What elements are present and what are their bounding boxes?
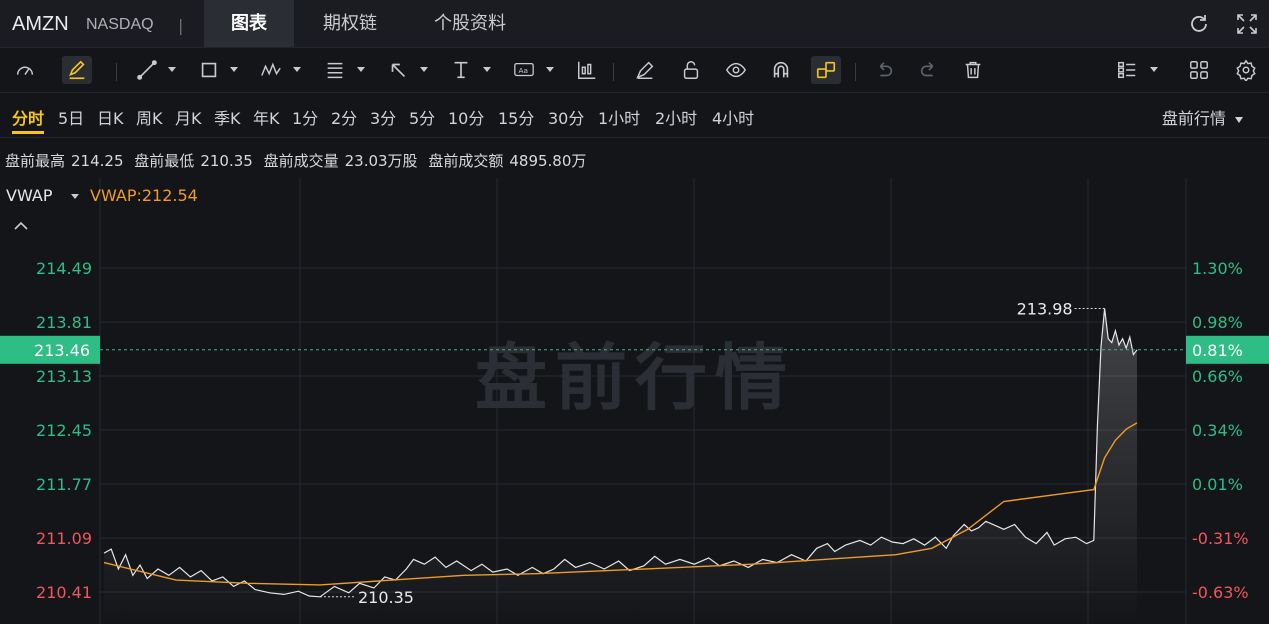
unlock-icon[interactable] (676, 56, 706, 84)
period-tab[interactable]: 年K (253, 105, 280, 129)
chevron-down-icon[interactable] (168, 67, 176, 72)
current-percent-label: 0.81% (1192, 341, 1243, 360)
annotation-text-icon[interactable]: Aa (509, 56, 539, 84)
y-tick-percent-label: 0.01% (1192, 475, 1243, 494)
eraser-pen-icon[interactable] (630, 56, 660, 84)
text-position-tool-icon[interactable] (446, 56, 476, 84)
y-tick-percent-label: 0.98% (1192, 313, 1243, 332)
period-tab[interactable]: 15分 (498, 105, 534, 129)
stat-low-label: 盘前最低 (134, 152, 195, 170)
link-shapes-icon[interactable] (811, 56, 841, 84)
title-separator: | (178, 16, 184, 35)
period-tab[interactable]: 10分 (448, 105, 484, 129)
intraday-chart[interactable]: 盘前行情 VWAP VWAP:212.54 214.49 1.30% 213.81 0… (0, 178, 1269, 624)
period-tab[interactable]: 5分 (409, 105, 435, 129)
period-tab[interactable]: 2小时 (655, 105, 697, 129)
fibonacci-tool-icon[interactable] (320, 56, 350, 84)
low-marker-label: 210.35 (358, 588, 414, 607)
period-tab[interactable]: 4小时 (712, 105, 754, 129)
current-price-label: 213.46 (34, 341, 90, 360)
top-bar: AMZN NASDAQ | 图表 期权链 个股资料 (0, 0, 1269, 48)
period-bar: 分时 5日 日K 周K 月K 季K 年K 1分 2分 3分 5分 10分 15分 30分 1小时 2小时 4小时… (0, 93, 1269, 138)
chevron-down-icon[interactable] (420, 67, 428, 72)
stat-volume-label: 盘前成交量 (263, 152, 339, 170)
line-tool-icon[interactable] (132, 56, 162, 84)
refresh-icon[interactable] (1187, 12, 1211, 36)
toolbar-divider (613, 63, 614, 81)
drawing-pen-icon[interactable] (62, 56, 92, 84)
svg-text:Aa: Aa (519, 66, 529, 75)
period-tab[interactable]: 季K (214, 105, 241, 129)
toolbar-divider (116, 63, 117, 81)
chevron-down-icon[interactable] (357, 67, 365, 72)
candle-bars-icon[interactable] (572, 56, 602, 84)
stat-high-label: 盘前最高 (5, 152, 66, 170)
indicator-name[interactable]: VWAP (6, 186, 53, 205)
chevron-down-icon[interactable] (546, 67, 554, 72)
layout-list-icon[interactable] (1112, 56, 1142, 84)
exchange-name: NASDAQ (86, 16, 154, 33)
eye-icon[interactable] (721, 56, 751, 84)
arrow-tool-icon[interactable] (383, 56, 413, 84)
period-tab[interactable]: 3分 (370, 105, 396, 129)
stat-low-value: 210.35 (200, 152, 253, 170)
chevron-down-icon[interactable] (230, 67, 238, 72)
period-tab[interactable]: 日K (97, 105, 124, 129)
stat-high-value: 214.25 (71, 152, 124, 170)
settings-icon[interactable] (1231, 56, 1261, 84)
chevron-down-icon[interactable] (293, 67, 301, 72)
tab-chart[interactable]: 图表 (204, 0, 294, 47)
chevron-down-icon[interactable] (483, 67, 491, 72)
period-tab[interactable]: 1小时 (598, 105, 640, 129)
chevron-down-icon[interactable] (71, 194, 79, 199)
drawing-toolbar: Aa (0, 48, 1269, 93)
stat-volume-value: 23.03万股 (344, 152, 418, 170)
y-tick-price-label: 213.13 (36, 367, 92, 386)
period-tab[interactable]: 1分 (292, 105, 318, 129)
indicator-value: VWAP:212.54 (90, 186, 198, 205)
period-tab[interactable]: 5日 (58, 105, 84, 129)
y-tick-price-label: 211.77 (36, 475, 92, 494)
y-tick-price-label: 214.49 (36, 259, 92, 278)
y-tick-price-label: 210.41 (36, 583, 92, 602)
toolbar-divider (855, 63, 856, 81)
y-tick-percent-label: 1.30% (1192, 259, 1243, 278)
watermark: 盘前行情 (475, 336, 795, 420)
indicator-gauge-icon[interactable] (10, 56, 40, 84)
trash-icon[interactable] (958, 56, 988, 84)
period-tab[interactable]: 30分 (548, 105, 584, 129)
period-tab[interactable]: 2分 (331, 105, 357, 129)
premarket-stats: 盘前最高 214.25 盘前最低 210.35 盘前成交量 23.03万股 盘前成交额… (5, 150, 592, 171)
y-tick-percent-label: 0.66% (1192, 367, 1243, 386)
high-marker-label: 213.98 (1017, 300, 1073, 319)
session-selector[interactable]: 盘前行情 (1162, 105, 1243, 129)
stat-turnover-value: 4895.80万 (509, 152, 587, 170)
ticker-symbol: AMZN (12, 13, 69, 35)
grid-layout-icon[interactable] (1184, 56, 1214, 84)
y-tick-price-label: 211.09 (36, 529, 92, 548)
y-tick-percent-label: -0.31% (1192, 529, 1249, 548)
redo-icon[interactable] (914, 56, 944, 84)
session-label: 盘前行情 (1161, 109, 1226, 128)
magnet-icon[interactable] (766, 56, 796, 84)
period-tab[interactable]: 分时 (12, 105, 45, 134)
y-tick-price-label: 212.45 (36, 421, 92, 440)
tab-options-chain[interactable]: 期权链 (300, 0, 400, 47)
rectangle-tool-icon[interactable] (194, 56, 224, 84)
chevron-up-icon[interactable] (14, 221, 28, 230)
y-tick-percent-label: -0.63% (1192, 583, 1249, 602)
y-tick-percent-label: 0.34% (1192, 421, 1243, 440)
pattern-tool-icon[interactable] (256, 56, 286, 84)
y-tick-price-label: 213.81 (36, 313, 92, 332)
undo-icon[interactable] (869, 56, 899, 84)
tab-stock-profile[interactable]: 个股资料 (410, 0, 530, 47)
period-tab[interactable]: 周K (136, 105, 163, 129)
fullscreen-icon[interactable] (1235, 12, 1259, 36)
stat-turnover-label: 盘前成交额 (428, 152, 504, 170)
period-tab[interactable]: 月K (175, 105, 202, 129)
chevron-down-icon[interactable] (1150, 67, 1158, 72)
chevron-down-icon (1235, 116, 1243, 123)
